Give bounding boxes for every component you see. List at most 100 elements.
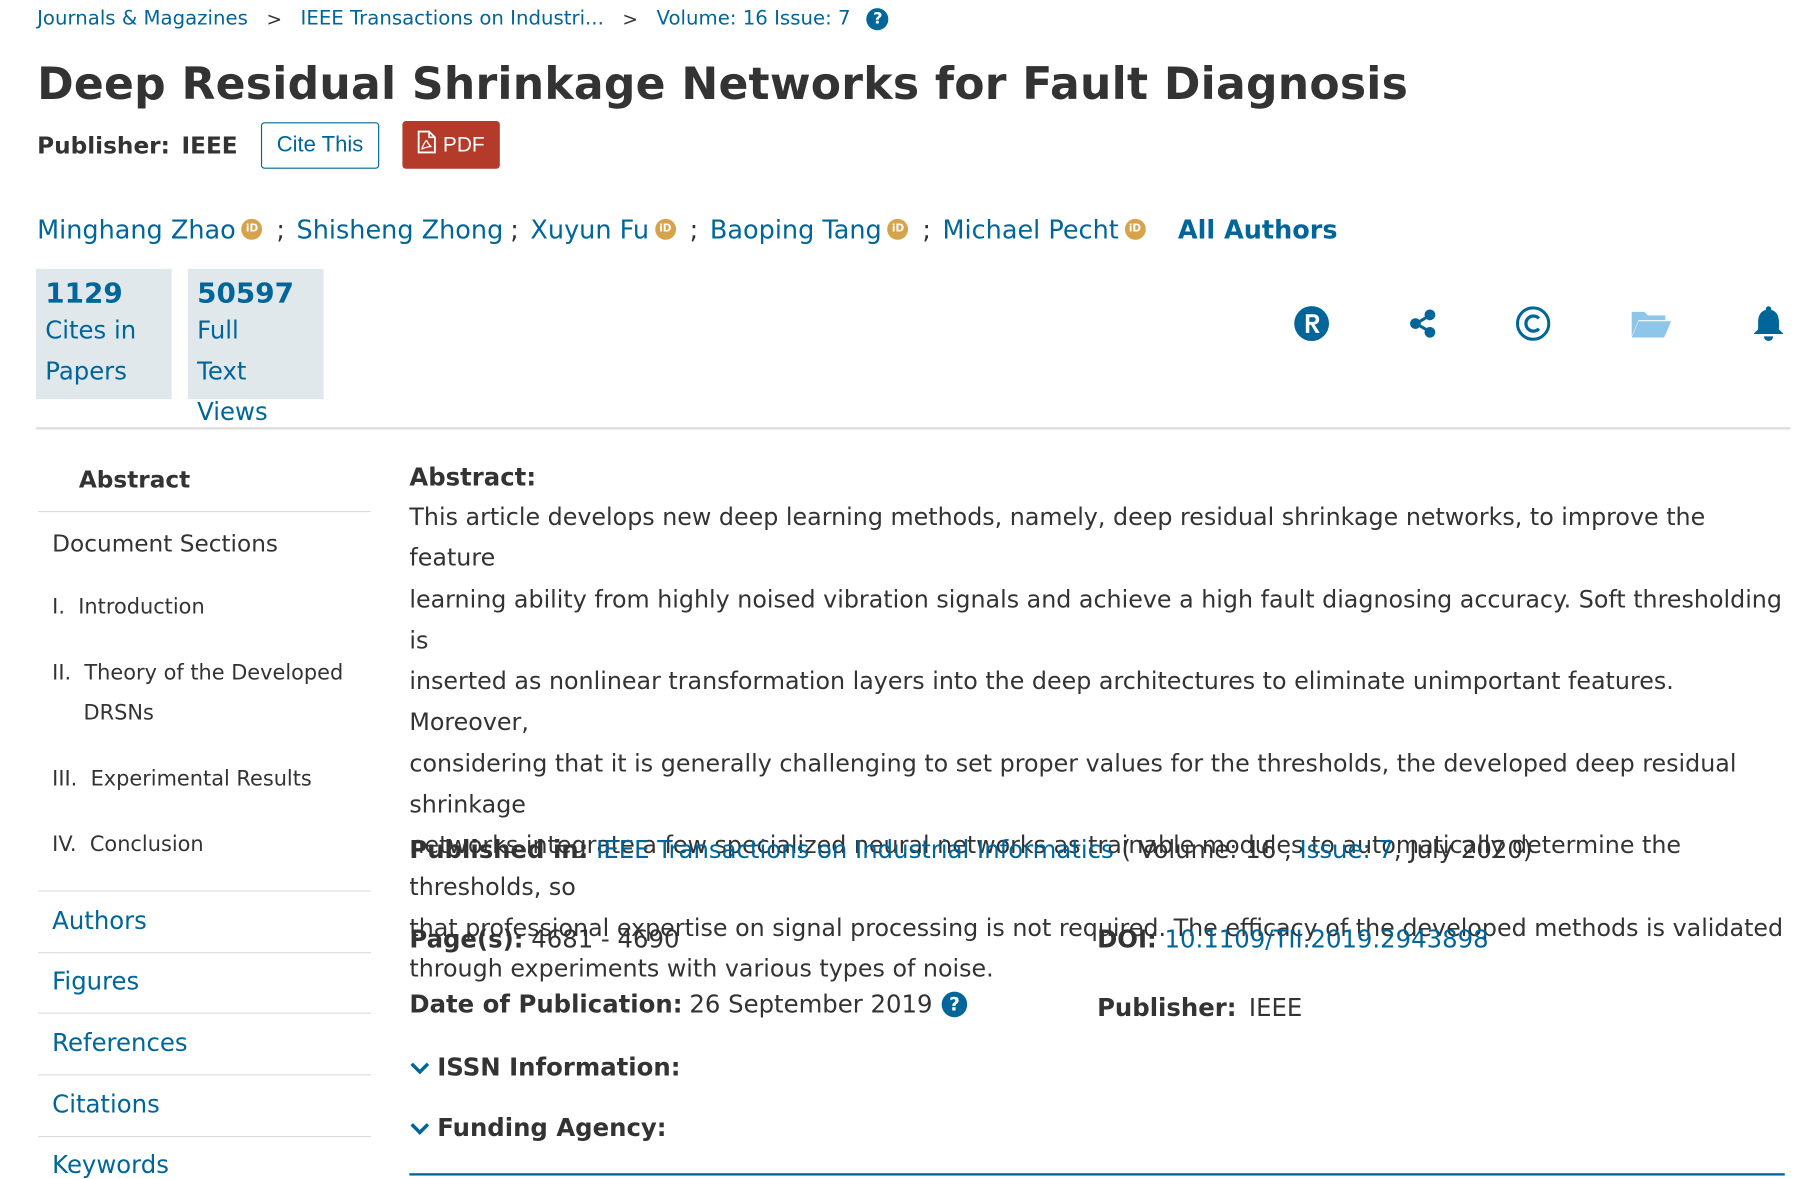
- publisher-detail-label: Publisher:: [1097, 993, 1237, 1022]
- journal-link[interactable]: IEEE Transactions on Industrial Informat…: [596, 836, 1114, 864]
- copyright-icon[interactable]: [1510, 300, 1556, 347]
- sidebar-item-figures[interactable]: Figures: [52, 967, 139, 995]
- abstract-heading: Abstract:: [409, 463, 537, 492]
- share-icon[interactable]: [1400, 300, 1446, 347]
- breadcrumb-journal-title[interactable]: IEEE Transactions on Industri...: [301, 7, 604, 30]
- breadcrumb-separator: >: [266, 7, 282, 30]
- pages-detail: Page(s): 4681 - 4690: [409, 925, 679, 953]
- orcid-icon[interactable]: iD: [241, 218, 263, 240]
- sidebar-item-citations[interactable]: Citations: [52, 1091, 160, 1119]
- doi-link[interactable]: 10.1109/TII.2019.2943898: [1165, 925, 1489, 953]
- rightslink-icon[interactable]: [1288, 300, 1334, 347]
- citations-metric[interactable]: 1129 Cites in Papers: [35, 268, 172, 400]
- publisher-value: IEEE: [181, 130, 238, 159]
- doi-label: DOI:: [1097, 925, 1157, 954]
- metric-label: Text Views: [197, 357, 268, 426]
- breadcrumb-journals[interactable]: Journals & Magazines: [37, 7, 248, 30]
- abstract-line: learning ability from highly noised vibr…: [409, 584, 1782, 654]
- abstract-line: inserted as nonlinear transformation lay…: [409, 667, 1674, 737]
- divider: [38, 890, 372, 892]
- published-in-label: Published in:: [409, 835, 589, 864]
- publication-date-detail: Date of Publication: 26 September 2019 ?: [409, 990, 968, 1019]
- folder-icon[interactable]: [1628, 300, 1674, 347]
- author-separator: ;: [510, 216, 519, 246]
- section-number: III.: [52, 767, 78, 792]
- abstract-line: through experiments with various types o…: [409, 954, 994, 983]
- bell-icon[interactable]: [1745, 300, 1791, 347]
- orcid-icon[interactable]: iD: [887, 218, 909, 240]
- author-link[interactable]: Shisheng Zhong: [297, 216, 504, 245]
- date-text: , July 2020): [1393, 835, 1533, 864]
- pdf-button[interactable]: PDF: [402, 121, 500, 169]
- metric-value: 1129: [45, 277, 123, 310]
- sidebar-section-conclusion[interactable]: IV. Conclusion: [52, 825, 203, 865]
- funding-agency-label: Funding Agency:: [437, 1113, 667, 1142]
- orcid-icon[interactable]: iD: [654, 218, 676, 240]
- metric-label: Full: [197, 316, 239, 345]
- divider: [35, 427, 1791, 430]
- pdf-button-label: PDF: [442, 132, 485, 156]
- pdf-file-icon: [417, 130, 436, 159]
- chevron-down-icon: [409, 1114, 430, 1142]
- publisher-label: Publisher:: [37, 130, 170, 159]
- abstract-line: This article develops new deep learning …: [409, 502, 1706, 572]
- help-icon[interactable]: ?: [866, 7, 889, 30]
- section-number: II.: [52, 661, 72, 686]
- metric-label: Papers: [45, 357, 127, 386]
- publisher-detail: Publisher: IEEE: [1097, 994, 1302, 1022]
- issue-link[interactable]: Issue: 7: [1299, 836, 1393, 864]
- section-label: Conclusion: [89, 832, 204, 857]
- sidebar-document-sections: Document Sections: [52, 529, 278, 558]
- section-label-continued: DRSNs: [83, 700, 154, 726]
- abstract-line: considering that it is generally challen…: [409, 749, 1737, 819]
- sidebar-item-keywords[interactable]: Keywords: [52, 1151, 169, 1179]
- date-label: Date of Publication:: [409, 990, 683, 1019]
- chevron-down-icon: [409, 1053, 430, 1081]
- sidebar-item-references[interactable]: References: [52, 1029, 187, 1057]
- divider: [38, 1074, 372, 1076]
- volume-text: ( Volume: 16 ,: [1121, 835, 1292, 864]
- abstract-text: This article develops new deep learning …: [409, 497, 1789, 990]
- section-label: Experimental Results: [90, 767, 312, 792]
- date-value: 26 September 2019: [689, 990, 933, 1019]
- sidebar-section-experimental-results[interactable]: III. Experimental Results: [52, 760, 312, 800]
- help-icon[interactable]: ?: [941, 991, 968, 1018]
- breadcrumb-volume-issue[interactable]: Volume: 16 Issue: 7: [657, 7, 851, 30]
- metric-label: Cites in: [45, 316, 137, 345]
- pages-label: Page(s):: [409, 925, 524, 954]
- author-list: Minghang Zhao iD ; Shisheng Zhong ; Xuyu…: [37, 216, 1337, 245]
- author-link[interactable]: Xuyun Fu: [530, 216, 649, 245]
- page-title: Deep Residual Shrinkage Networks for Fau…: [37, 58, 1409, 110]
- section-label: Introduction: [78, 594, 205, 620]
- issn-information-label: ISSN Information:: [437, 1053, 681, 1082]
- author-link[interactable]: Baoping Tang: [710, 216, 882, 245]
- divider: [38, 1012, 372, 1014]
- funding-agency-toggle[interactable]: Funding Agency:: [409, 1113, 667, 1142]
- sidebar-item-abstract[interactable]: Abstract: [79, 466, 190, 494]
- metric-value: 50597: [197, 277, 294, 310]
- section-number: IV.: [52, 832, 77, 857]
- sidebar-section-theory[interactable]: II. Theory of the Developed DRSNs: [52, 654, 343, 733]
- author-separator: ;: [689, 216, 699, 246]
- pages-value: 4681 - 4690: [531, 925, 680, 954]
- section-number: I.: [52, 594, 65, 620]
- all-authors-link[interactable]: All Authors: [1178, 216, 1338, 245]
- author-link[interactable]: Minghang Zhao: [37, 216, 236, 245]
- section-label: Theory of the Developed: [84, 661, 344, 686]
- doi-detail: DOI: 10.1109/TII.2019.2943898: [1097, 925, 1489, 953]
- divider: [38, 1135, 372, 1138]
- divider: [38, 510, 372, 513]
- publisher-detail-value: IEEE: [1248, 993, 1303, 1022]
- views-metric[interactable]: 50597 Full Text Views: [187, 268, 324, 426]
- author-link[interactable]: Michael Pecht: [943, 216, 1119, 245]
- author-separator: ;: [276, 216, 285, 246]
- sidebar-item-authors[interactable]: Authors: [52, 907, 147, 935]
- cite-this-button[interactable]: Cite This: [260, 121, 380, 169]
- publisher-row: Publisher: IEEE Cite This PDF: [37, 121, 500, 169]
- issn-information-toggle[interactable]: ISSN Information:: [409, 1053, 680, 1081]
- breadcrumb: Journals & Magazines > IEEE Transactions…: [37, 7, 889, 30]
- orcid-icon[interactable]: iD: [1124, 218, 1146, 240]
- divider: [409, 1173, 1785, 1176]
- sidebar-section-introduction[interactable]: I. Introduction: [52, 588, 205, 628]
- published-in: Published in: IEEE Transactions on Indus…: [409, 836, 1532, 864]
